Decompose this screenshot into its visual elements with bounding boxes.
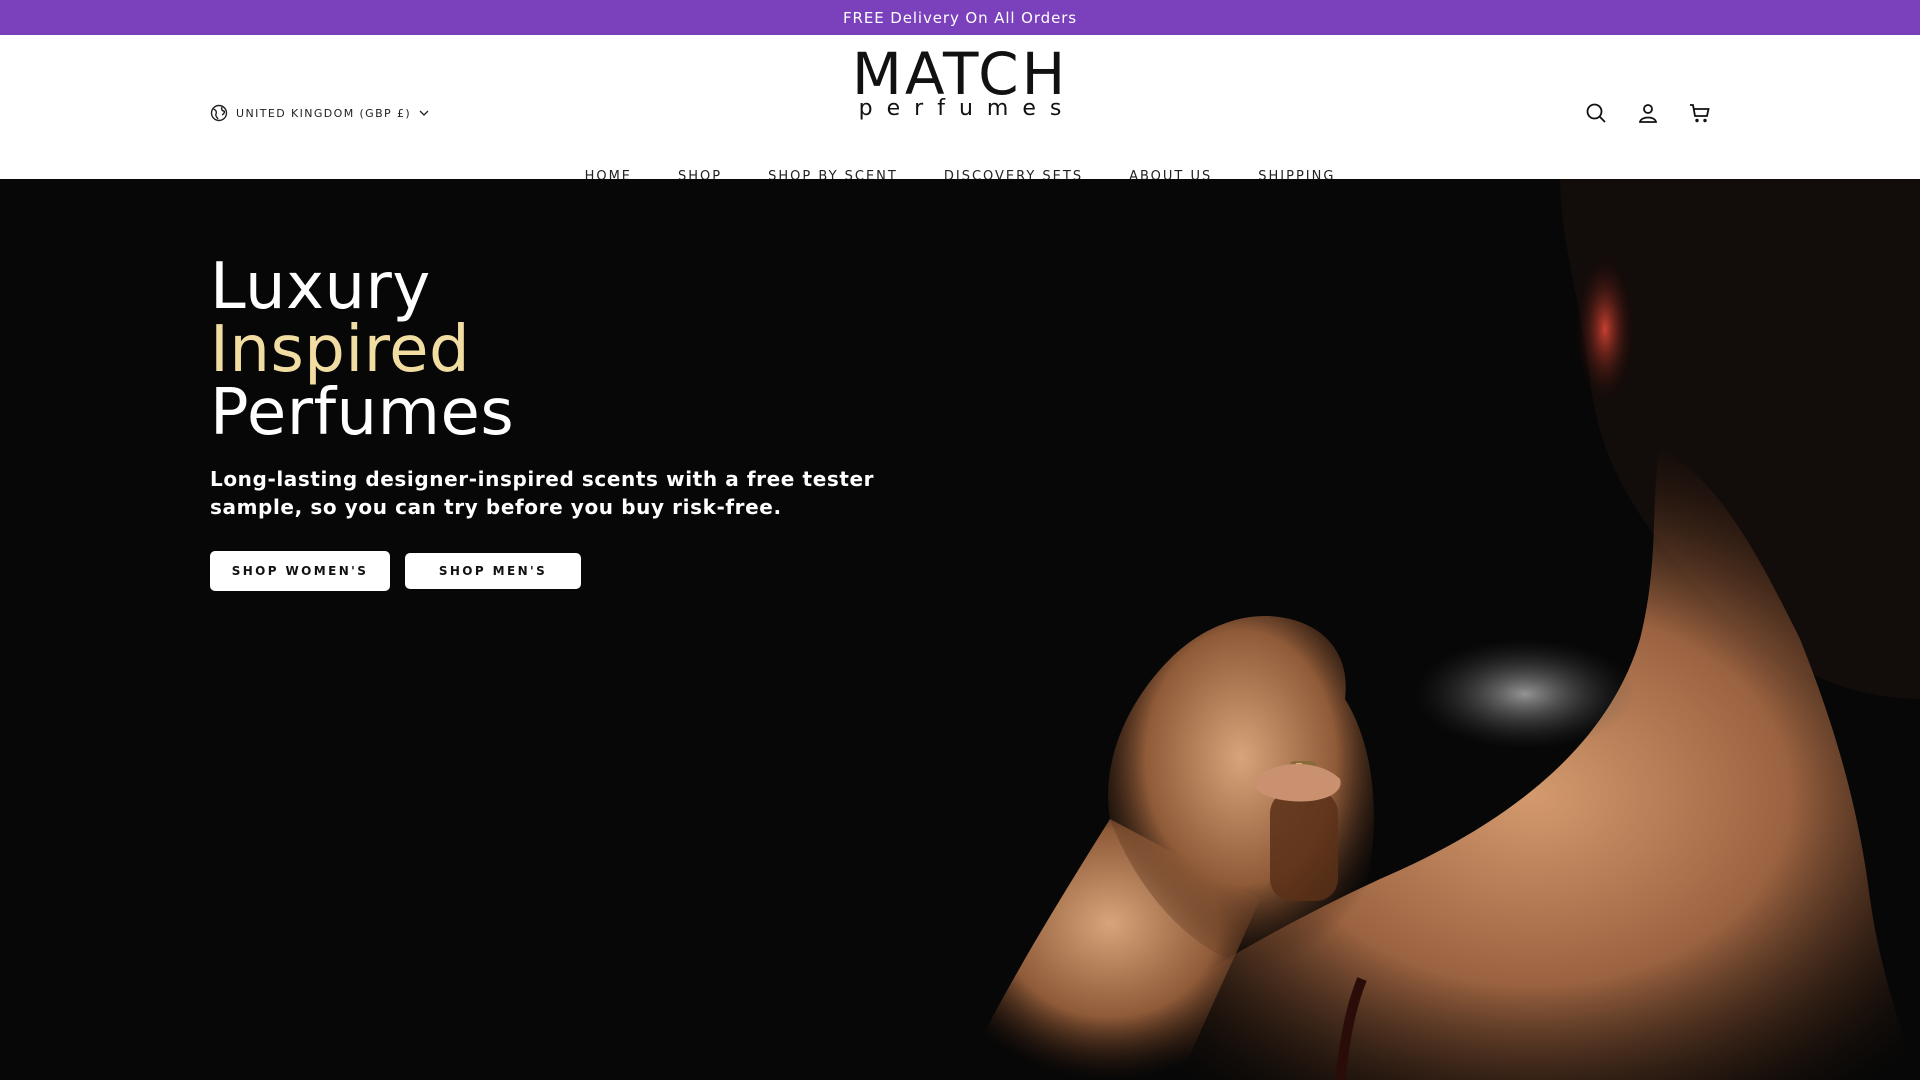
logo-main-text: MATCH: [851, 40, 1069, 108]
shop-mens-button[interactable]: SHOP MEN'S: [405, 553, 581, 589]
cart-icon[interactable]: [1688, 101, 1712, 125]
hero-subtitle: Long-lasting designer-inspired scents wi…: [210, 467, 875, 519]
country-selector[interactable]: UNITED KINGDOM (GBP £): [210, 104, 429, 122]
hero-title-line-2: Inspired: [210, 313, 471, 387]
hero-title-line-1: Luxury: [210, 250, 431, 324]
globe-icon: [210, 104, 228, 122]
hero-content: Luxury Inspired Perfumes Long-lasting de…: [210, 250, 950, 591]
hero-title-line-3: Perfumes: [210, 376, 515, 450]
country-label: UNITED KINGDOM (GBP £): [236, 106, 412, 120]
shop-womens-button[interactable]: SHOP WOMEN'S: [210, 551, 390, 591]
hero-title: Luxury Inspired Perfumes: [210, 250, 950, 450]
account-icon[interactable]: [1636, 101, 1660, 125]
chevron-down-icon: [419, 109, 429, 117]
announcement-text: FREE Delivery On All Orders: [843, 8, 1077, 27]
search-icon[interactable]: [1584, 101, 1608, 125]
hero-buttons: SHOP WOMEN'S SHOP MEN'S: [210, 551, 950, 591]
hero-banner: Luxury Inspired Perfumes Long-lasting de…: [0, 179, 1920, 1080]
header-actions: [1584, 101, 1712, 125]
logo-sub-text: perfumes: [858, 96, 1076, 121]
site-header: UNITED KINGDOM (GBP £) MATCH perfumes HO…: [0, 35, 1920, 184]
site-logo[interactable]: MATCH perfumes: [845, 44, 1076, 120]
announcement-bar: FREE Delivery On All Orders: [0, 0, 1920, 35]
